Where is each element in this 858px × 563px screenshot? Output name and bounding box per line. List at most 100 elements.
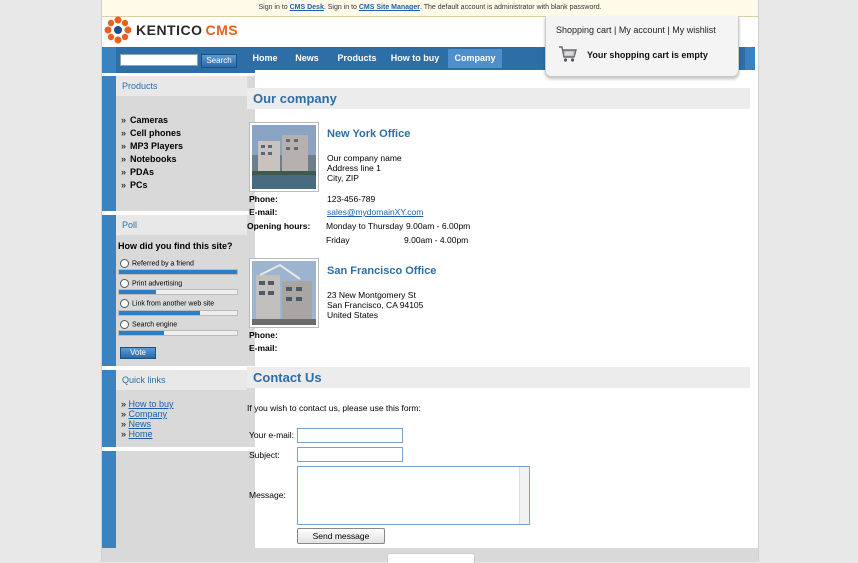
list-item: » News bbox=[121, 419, 174, 429]
page: Sign in to CMS Desk. Sign in to CMS Site… bbox=[101, 0, 759, 563]
list-item[interactable]: » Notebooks bbox=[121, 153, 183, 166]
list-item: » Company bbox=[121, 409, 174, 419]
email-field[interactable] bbox=[297, 428, 403, 443]
poll-result-fill bbox=[119, 311, 201, 315]
phone-label: Phone: bbox=[249, 194, 278, 204]
address-line: San Francisco, CA 94105 bbox=[327, 300, 424, 310]
email-label: E-mail: bbox=[249, 343, 278, 353]
textarea-scrollbar[interactable] bbox=[519, 467, 529, 524]
kentico-flower-icon bbox=[104, 16, 132, 44]
signin-note: . The default account is administrator w… bbox=[419, 4, 602, 11]
signin-text: Sign in to bbox=[258, 4, 290, 11]
poll-option[interactable]: Search engine bbox=[120, 320, 177, 329]
list-item[interactable]: » PDAs bbox=[121, 166, 183, 179]
address-line: 23 New Montgomery St bbox=[327, 290, 416, 300]
poll-result-fill bbox=[119, 270, 237, 274]
quick-link[interactable]: How to buy bbox=[129, 399, 174, 409]
list-item[interactable]: » Cameras bbox=[121, 114, 183, 127]
bullet-arrow-icon: » bbox=[121, 409, 129, 419]
quick-link[interactable]: Company bbox=[129, 409, 168, 419]
product-link[interactable]: Cameras bbox=[130, 115, 168, 125]
account-links[interactable]: Shopping cart | My account | My wishlist bbox=[556, 25, 716, 35]
bullet-arrow-icon: » bbox=[121, 115, 127, 125]
building-photo-icon bbox=[252, 125, 316, 189]
subject-field-label: Subject: bbox=[249, 450, 280, 460]
bullet-arrow-icon: » bbox=[121, 180, 127, 190]
radio-button[interactable] bbox=[120, 279, 129, 288]
bullet-arrow-icon: » bbox=[121, 128, 127, 138]
product-link[interactable]: Cell phones bbox=[130, 128, 181, 138]
nav-news[interactable]: News bbox=[288, 47, 326, 70]
radio-button[interactable] bbox=[120, 320, 129, 329]
phone-label: Phone: bbox=[249, 330, 278, 340]
list-item: » Home bbox=[121, 429, 174, 439]
products-box: Products » Cameras » Cell phones » MP3 Play… bbox=[102, 76, 255, 211]
quick-link[interactable]: Home bbox=[129, 429, 153, 439]
radio-button[interactable] bbox=[120, 299, 129, 308]
shopping-cart-icon[interactable] bbox=[558, 45, 578, 63]
nav-home[interactable]: Home bbox=[246, 47, 284, 70]
message-field[interactable] bbox=[297, 466, 530, 525]
product-link[interactable]: PDAs bbox=[130, 167, 154, 177]
message-field-label: Message: bbox=[249, 490, 286, 500]
office-name: San Francisco Office bbox=[327, 265, 437, 277]
office-address: 23 New Montgomery St San Francisco, CA 9… bbox=[327, 290, 423, 320]
poll-option-label: Print advertising bbox=[132, 280, 183, 288]
bullet-arrow-icon: » bbox=[121, 429, 129, 439]
email-field-label: Your e-mail: bbox=[249, 430, 295, 440]
logo-product: CMS bbox=[205, 22, 239, 38]
contact-intro: If you wish to contact us, please use th… bbox=[247, 403, 421, 413]
list-item[interactable]: » Cell phones bbox=[121, 127, 183, 140]
cart-empty-text: Your shopping cart is empty bbox=[587, 50, 708, 60]
hours-label: Opening hours: bbox=[247, 221, 311, 231]
san-francisco-office-photo bbox=[249, 258, 319, 328]
subject-field[interactable] bbox=[297, 447, 403, 462]
radio-button[interactable] bbox=[120, 259, 129, 268]
office-address: Our company name Address line 1 City, ZI… bbox=[327, 153, 402, 183]
address-line: City, ZIP bbox=[327, 173, 359, 183]
signin-bar: Sign in to CMS Desk. Sign in to CMS Site… bbox=[102, 0, 758, 17]
contact-title: Contact Us bbox=[247, 367, 750, 388]
list-item[interactable]: » PCs bbox=[121, 179, 183, 192]
poll-result-fill bbox=[119, 331, 164, 335]
hours-days: Friday bbox=[326, 235, 350, 245]
poll-option[interactable]: Link from another web site bbox=[120, 299, 214, 308]
nav-end-cap bbox=[745, 47, 755, 70]
send-message-button[interactable]: Send message bbox=[297, 528, 385, 544]
hours-time: 9.00am - 6.00pm bbox=[406, 221, 471, 231]
product-link[interactable]: Notebooks bbox=[130, 154, 177, 164]
poll-question: How did you find this site? bbox=[118, 241, 233, 251]
cms-desk-link[interactable]: CMS Desk bbox=[290, 4, 324, 11]
quick-link[interactable]: News bbox=[129, 419, 152, 429]
new-york-office-photo bbox=[249, 122, 319, 192]
poll-result-bar bbox=[118, 289, 238, 295]
list-item[interactable]: » MP3 Players bbox=[121, 140, 183, 153]
poll-option-label: Link from another web site bbox=[132, 300, 215, 308]
product-link[interactable]: PCs bbox=[130, 180, 148, 190]
email-link[interactable]: sales@mydomainXY.com bbox=[327, 207, 423, 217]
poll-option[interactable]: Referred by a friend bbox=[120, 259, 194, 268]
poll-result-bar bbox=[118, 310, 238, 316]
logo-name: KENTICO bbox=[136, 22, 203, 38]
poll-result-bar bbox=[118, 330, 238, 336]
poll-option[interactable]: Print advertising bbox=[120, 279, 182, 288]
search-input[interactable] bbox=[120, 54, 198, 66]
address-line: Our company name bbox=[327, 153, 402, 163]
nav-company[interactable]: Company bbox=[448, 49, 502, 68]
product-link[interactable]: MP3 Players bbox=[130, 141, 183, 151]
kentico-logo[interactable]: KENTICO CMS bbox=[104, 16, 244, 46]
bullet-arrow-icon: » bbox=[121, 399, 129, 409]
poll-option-label: Referred by a friend bbox=[132, 260, 194, 268]
nav-how-to-buy[interactable]: How to buy bbox=[388, 47, 442, 70]
empty-side-box bbox=[102, 451, 255, 548]
nav-products[interactable]: Products bbox=[332, 47, 382, 70]
bullet-arrow-icon: » bbox=[121, 419, 129, 429]
cms-site-manager-link[interactable]: CMS Site Manager bbox=[359, 4, 420, 11]
footer bbox=[102, 548, 758, 563]
poll-result-fill bbox=[119, 290, 156, 294]
address-line: United States bbox=[327, 310, 379, 320]
list-item: » How to buy bbox=[121, 399, 174, 409]
search-button[interactable]: Search bbox=[201, 54, 237, 68]
poll-title: Poll bbox=[116, 215, 247, 235]
vote-button[interactable]: Vote bbox=[120, 347, 156, 359]
